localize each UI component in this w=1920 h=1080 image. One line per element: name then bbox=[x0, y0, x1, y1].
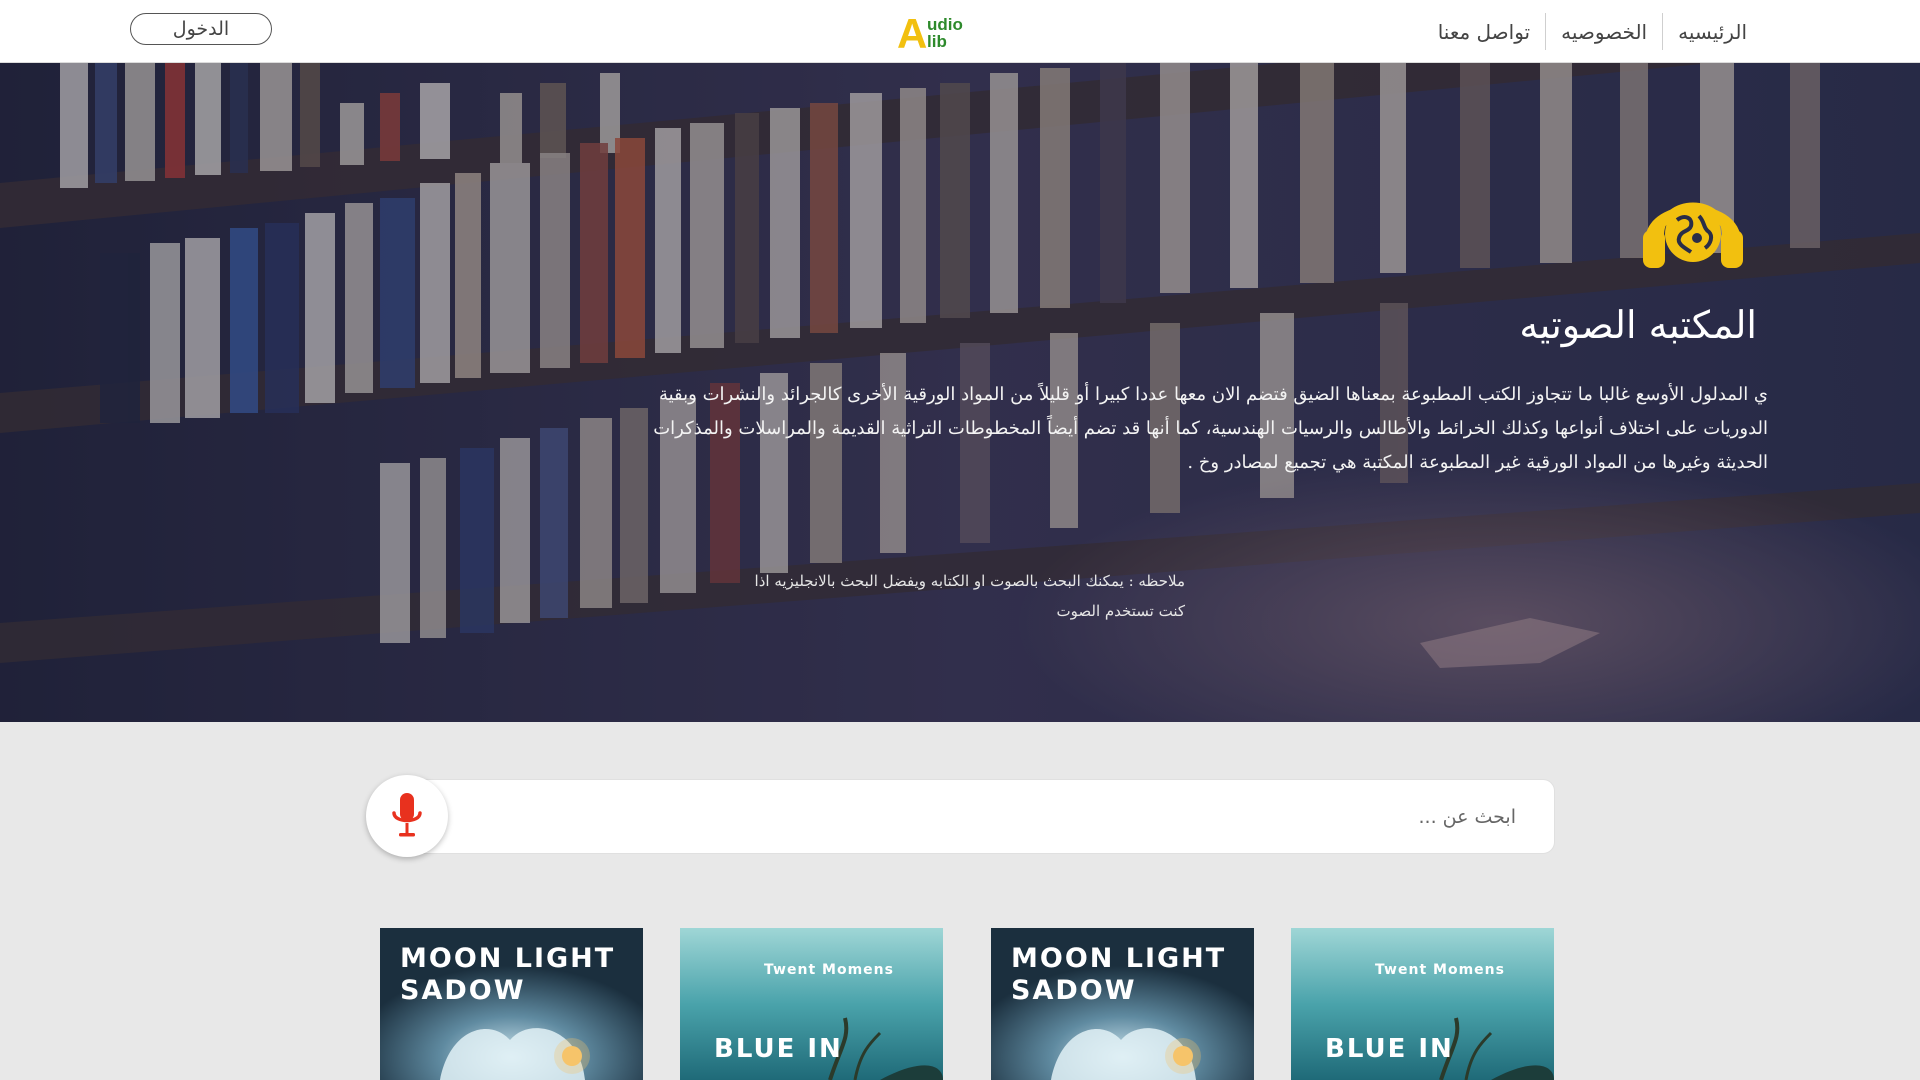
book-title: MOON LIGHT SADOW bbox=[400, 943, 616, 1006]
voice-search-button[interactable] bbox=[366, 775, 448, 857]
book-card[interactable]: MOON LIGHT SADOW bbox=[991, 928, 1254, 1080]
nav-link-home[interactable]: الرئيسيه bbox=[1662, 13, 1762, 50]
hero-title: المكتبه الصوتيه bbox=[1519, 303, 1757, 347]
search-bar bbox=[409, 779, 1555, 854]
book-title: BLUE IN bbox=[714, 1034, 843, 1064]
book-title: BLUE IN bbox=[1325, 1034, 1454, 1064]
nav-link-privacy[interactable]: الخصوصيه bbox=[1545, 13, 1662, 50]
audiolib-logo[interactable]: A udio lib bbox=[897, 10, 967, 57]
book-title: MOON LIGHT SADOW bbox=[1011, 943, 1227, 1006]
search-note: ملاحظه : يمكنك البحث بالصوت او الكتابه و… bbox=[754, 572, 1185, 620]
logo-text-line1: udio bbox=[927, 15, 963, 34]
book-card[interactable]: MOON LIGHT SADOW bbox=[380, 928, 643, 1080]
logo-letter: A bbox=[897, 10, 928, 57]
nav-link-contact[interactable]: تواصل معنا bbox=[1423, 13, 1545, 50]
microphone-icon bbox=[392, 793, 422, 837]
book-card[interactable]: Twent Momens BLUE IN bbox=[1291, 928, 1554, 1080]
logo-text-line2: lib bbox=[927, 32, 947, 51]
top-navbar: الدخول A udio lib الرئيسيه الخصوصيه تواص… bbox=[0, 0, 1920, 63]
login-button[interactable]: الدخول bbox=[130, 13, 272, 45]
book-card[interactable]: Twent Momens BLUE IN bbox=[680, 928, 943, 1080]
nav-links: الرئيسيه الخصوصيه تواصل معنا bbox=[1423, 13, 1762, 50]
search-input[interactable] bbox=[516, 780, 1516, 853]
book-subtitle: Twent Momens bbox=[1375, 962, 1505, 978]
hero-description: ي المدلول الأوسع غالبا ما تتجاوز الكتب ا… bbox=[653, 384, 1768, 473]
book-subtitle: Twent Momens bbox=[764, 962, 894, 978]
hero-banner: المكتبه الصوتيه ي المدلول الأوسع غالبا م… bbox=[0, 63, 1920, 722]
headphone-globe-icon bbox=[1643, 202, 1743, 268]
